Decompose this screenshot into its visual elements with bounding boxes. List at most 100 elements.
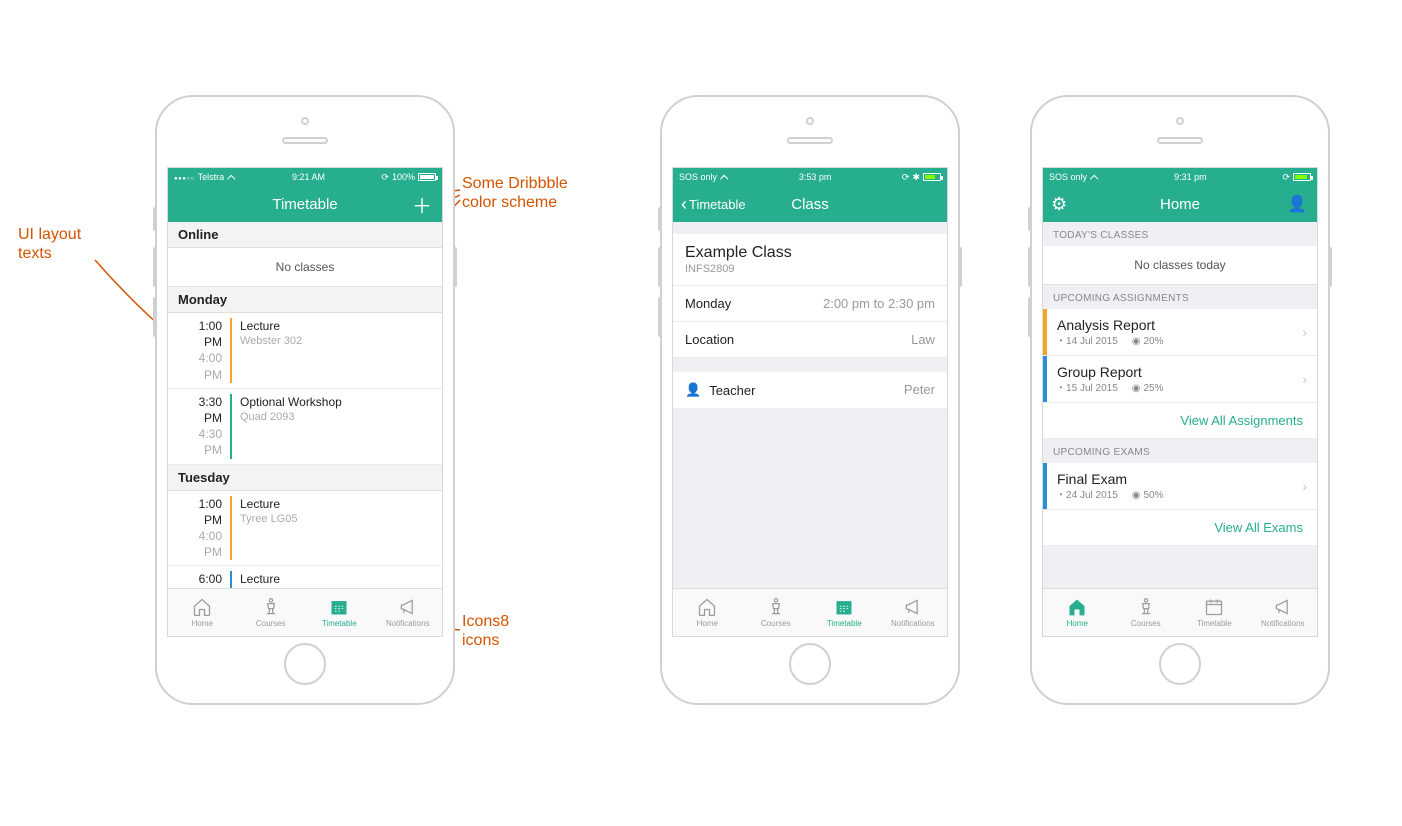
tab-courses[interactable]: Courses	[742, 589, 811, 636]
megaphone-icon	[902, 597, 924, 617]
tab-label: Notifications	[1261, 619, 1305, 628]
class-row[interactable]: 1:00 PM4:00 PM LectureTyree LG05	[168, 491, 442, 567]
class-end: 4:00 PM	[178, 528, 222, 560]
assignment-title: Analysis Report	[1057, 317, 1292, 333]
assignment-row[interactable]: Group Report ◔15 Jul 2015 ◉25% ›	[1043, 356, 1317, 403]
weight-icon: ◉	[1132, 490, 1141, 501]
tab-notifications[interactable]: Notifications	[1249, 589, 1318, 636]
battery-percent: 100%	[392, 172, 415, 182]
status-time: 9:21 AM	[292, 172, 325, 182]
tab-bar: Home Courses Timetable Notifications	[1043, 588, 1317, 636]
megaphone-icon	[397, 597, 419, 617]
day-label: Monday	[685, 296, 731, 311]
clock-icon: ◔	[1057, 383, 1063, 394]
home-button[interactable]	[284, 643, 326, 685]
view-all-exams[interactable]: View All Exams	[1043, 510, 1317, 546]
time-value: 2:00 pm to 2:30 pm	[823, 296, 935, 311]
wifi-icon	[227, 171, 235, 184]
annotation-ui-layout: UI layouttexts	[18, 225, 81, 263]
home-button[interactable]	[1159, 643, 1201, 685]
tab-notifications[interactable]: Notifications	[374, 589, 443, 636]
assignment-title: Group Report	[1057, 364, 1292, 380]
class-name: Example Class	[685, 244, 935, 262]
class-start: 1:00 PM	[178, 318, 222, 350]
phone-timetable: Telstra 9:21 AM ⟳100% Timetable ＋ Online…	[155, 95, 455, 705]
tab-courses[interactable]: Courses	[1112, 589, 1181, 636]
settings-button[interactable]: ⚙	[1051, 194, 1067, 215]
schedule-row: Monday 2:00 pm to 2:30 pm	[673, 286, 947, 322]
class-start: 1:00 PM	[178, 496, 222, 528]
annotation-icons8: Icons8icons	[462, 612, 509, 650]
carrier-label: Telstra	[198, 172, 225, 182]
signal-icon	[174, 172, 195, 182]
refresh-icon: ⟳	[381, 172, 389, 183]
view-all-assignments[interactable]: View All Assignments	[1043, 403, 1317, 439]
tab-label: Timetable	[1197, 619, 1232, 628]
battery-icon	[1293, 173, 1311, 181]
teacher-block: 👤Teacher Peter	[673, 372, 947, 409]
home-icon	[1066, 597, 1088, 617]
assignment-pct: 20%	[1144, 336, 1164, 347]
home-content[interactable]: TODAY'S CLASSES No classes today UPCOMIN…	[1043, 222, 1317, 588]
status-time: 3:53 pm	[799, 172, 832, 182]
class-location: Tyree LG05	[240, 512, 432, 527]
exam-title: Final Exam	[1057, 471, 1292, 487]
nav-bar: ⚙ Home 👤	[1043, 186, 1317, 222]
podium-icon	[260, 597, 282, 617]
nav-bar: ‹Timetable Class	[673, 186, 947, 222]
add-button[interactable]: ＋	[412, 190, 432, 219]
refresh-icon: ⟳	[1282, 172, 1290, 183]
calendar-icon	[833, 597, 855, 617]
refresh-icon: ⟳	[902, 172, 910, 183]
wifi-icon	[1090, 171, 1098, 184]
teacher-row[interactable]: 👤Teacher Peter	[673, 372, 947, 409]
chevron-right-icon: ›	[1302, 371, 1317, 387]
exam-date: 24 Jul 2015	[1066, 490, 1118, 501]
tab-label: Home	[192, 619, 213, 628]
status-bar: SOS only 9:31 pm ⟳	[1043, 168, 1317, 186]
tab-timetable[interactable]: Timetable	[1180, 589, 1249, 636]
tab-bar: Home Courses Timetable Notifications	[673, 588, 947, 636]
day-header-online: Online	[168, 222, 442, 248]
nav-title: Class	[791, 196, 829, 213]
timetable-content[interactable]: Online No classes Monday 1:00 PM4:00 PM …	[168, 222, 442, 588]
annotation-dribbble: Some Dribbblecolor scheme	[462, 174, 568, 212]
class-end: 4:30 PM	[178, 426, 222, 458]
today-classes-header: TODAY'S CLASSES	[1043, 222, 1317, 246]
exam-row[interactable]: Final Exam ◔24 Jul 2015 ◉50% ›	[1043, 463, 1317, 510]
phone-class-detail: SOS only 3:53 pm ⟳✱ ‹Timetable Class Exa…	[660, 95, 960, 705]
day-header-monday: Monday	[168, 287, 442, 313]
location-row: Location Law	[673, 322, 947, 358]
tab-notifications[interactable]: Notifications	[879, 589, 948, 636]
carrier-label: SOS only	[679, 172, 717, 182]
tab-timetable[interactable]: Timetable	[305, 589, 374, 636]
tab-home[interactable]: Home	[673, 589, 742, 636]
bluetooth-icon: ✱	[912, 172, 920, 183]
class-start: 6:00 PM	[178, 571, 222, 588]
class-title: Optional Workshop	[240, 394, 432, 410]
profile-button[interactable]: 👤	[1287, 194, 1307, 214]
day-header-tuesday: Tuesday	[168, 465, 442, 491]
tab-timetable[interactable]: Timetable	[810, 589, 879, 636]
class-row[interactable]: 1:00 PM4:00 PM LectureWebster 302	[168, 313, 442, 389]
tab-label: Timetable	[322, 619, 357, 628]
nav-bar: Timetable ＋	[168, 186, 442, 222]
assignment-row[interactable]: Analysis Report ◔14 Jul 2015 ◉20% ›	[1043, 309, 1317, 356]
class-location: Webster 302	[240, 334, 432, 349]
back-button[interactable]: ‹Timetable	[681, 194, 746, 215]
weight-icon: ◉	[1132, 383, 1141, 394]
upcoming-assignments-header: UPCOMING ASSIGNMENTS	[1043, 285, 1317, 309]
tab-courses[interactable]: Courses	[237, 589, 306, 636]
upcoming-exams-header: UPCOMING EXAMS	[1043, 439, 1317, 463]
teacher-label: Teacher	[709, 383, 755, 398]
home-button[interactable]	[789, 643, 831, 685]
class-row[interactable]: 3:30 PM4:30 PM Optional WorkshopQuad 209…	[168, 389, 442, 465]
tab-home[interactable]: Home	[168, 589, 237, 636]
class-row[interactable]: 6:00 PM9:00 PM LectureLaw 162	[168, 566, 442, 588]
tab-label: Notifications	[891, 619, 935, 628]
assignment-date: 14 Jul 2015	[1066, 336, 1118, 347]
class-code: INFS2809	[685, 263, 935, 275]
wifi-icon	[720, 171, 728, 184]
tab-home[interactable]: Home	[1043, 589, 1112, 636]
class-detail-content[interactable]: Example Class INFS2809 Monday 2:00 pm to…	[673, 222, 947, 588]
